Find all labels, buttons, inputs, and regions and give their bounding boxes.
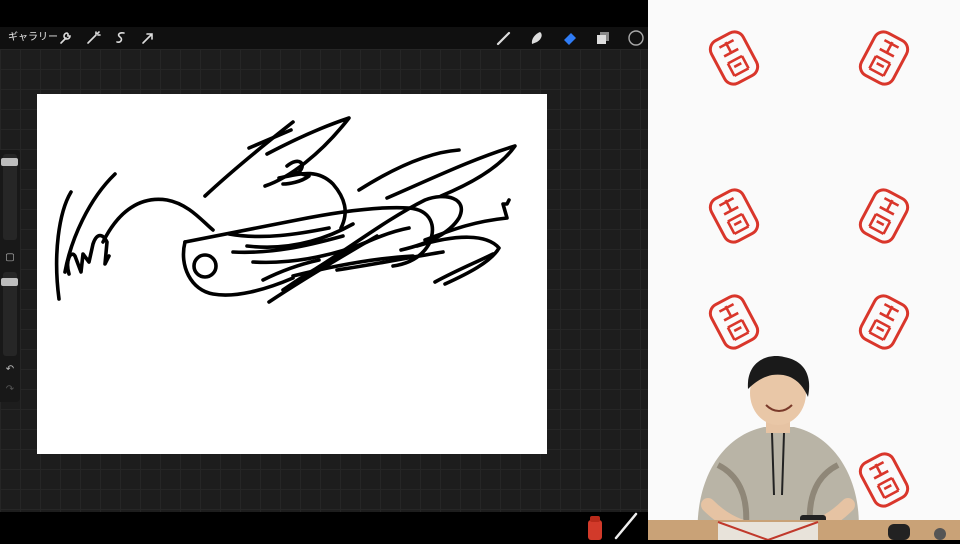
- selection-icon[interactable]: [112, 29, 130, 47]
- redo-icon[interactable]: ↷: [3, 383, 17, 397]
- gallery-button[interactable]: ギャラリー: [8, 30, 58, 46]
- smudge-icon[interactable]: [528, 29, 546, 47]
- streamer-person: [688, 355, 868, 540]
- stamp-logo: [858, 188, 910, 244]
- hanko-stamp-icon: [858, 294, 910, 350]
- webcam-panel: [648, 0, 960, 540]
- transform-arrow-icon[interactable]: [139, 29, 157, 47]
- color-swatch[interactable]: [627, 29, 645, 47]
- sketch-drawing: [54, 116, 517, 304]
- desk: [648, 520, 960, 540]
- stamp-logo: [858, 294, 910, 350]
- layers-icon[interactable]: [594, 29, 612, 47]
- hanko-stamp-icon: [858, 188, 910, 244]
- opacity-thumb[interactable]: [1, 278, 18, 286]
- brush-icon[interactable]: [495, 29, 513, 47]
- hanko-stamp-icon: [708, 30, 760, 86]
- stamp-logo: [708, 294, 760, 350]
- procreate-app: ギャラリー ▢ ↶ ↷: [0, 0, 648, 540]
- eraser-icon[interactable]: [561, 29, 579, 47]
- top-toolbar: ギャラリー: [0, 27, 648, 49]
- hanko-stamp-icon: [858, 30, 910, 86]
- wrench-icon[interactable]: [56, 29, 74, 47]
- stamp-logo: [708, 30, 760, 86]
- brush-size-slider[interactable]: [3, 154, 17, 240]
- magic-wand-icon[interactable]: [84, 29, 102, 47]
- hanko-stamp-icon: [708, 188, 760, 244]
- stamp-logo: [708, 188, 760, 244]
- desk-objects: [576, 512, 648, 540]
- undo-icon[interactable]: ↶: [3, 363, 17, 377]
- drawing-canvas[interactable]: [37, 94, 547, 454]
- side-toolbar: ▢ ↶ ↷: [0, 150, 20, 402]
- brush-size-thumb[interactable]: [1, 158, 18, 166]
- hanko-stamp-icon: [708, 294, 760, 350]
- stamp-logo: [858, 30, 910, 86]
- bottom-bar: [0, 512, 648, 540]
- modify-button-icon[interactable]: ▢: [3, 251, 17, 265]
